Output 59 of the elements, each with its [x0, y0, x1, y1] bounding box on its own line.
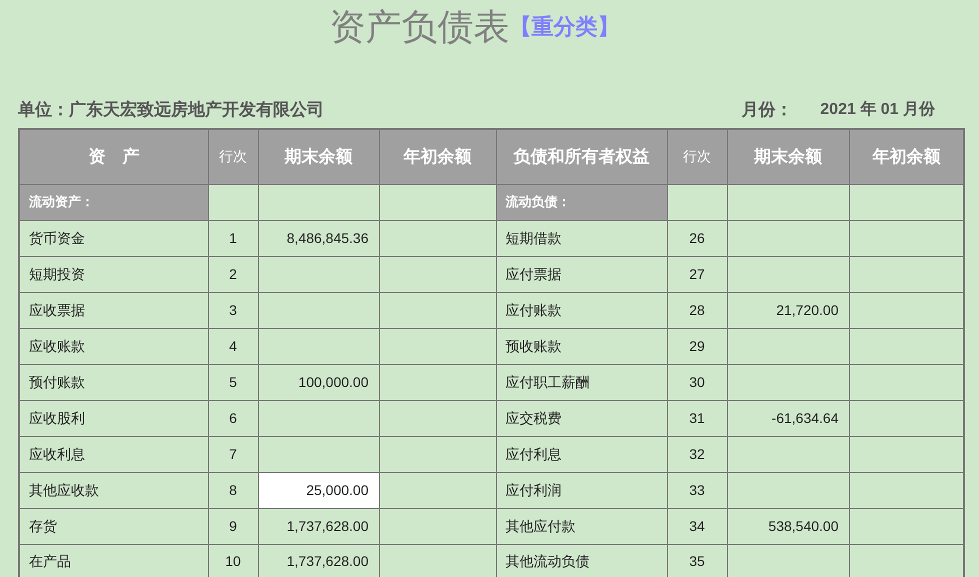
- column-header: 资 产: [19, 129, 208, 184]
- table-cell: 应收股利: [19, 400, 208, 436]
- table-cell: 538,540.00: [727, 508, 849, 544]
- table-cell: 5: [208, 364, 258, 400]
- column-header: 行次: [208, 129, 258, 184]
- report-subtitle: 【重分类】: [510, 13, 620, 41]
- table-cell: 9: [208, 508, 258, 544]
- period-value: 2021 年 01 月份: [820, 100, 935, 120]
- table-cell: 预收账款: [496, 328, 667, 364]
- table-cell: 应收利息: [19, 436, 208, 472]
- table-cell[interactable]: 100,000.00: [258, 364, 379, 400]
- column-header: 期末余额: [727, 129, 849, 184]
- table-cell: 34: [667, 508, 727, 544]
- table-cell: 33: [667, 472, 727, 508]
- table-cell: 其他应付款: [496, 508, 667, 544]
- table-cell: 短期投资: [19, 256, 208, 292]
- table-cell: 应付账款: [496, 292, 667, 328]
- selected-cell[interactable]: 25,000.00: [258, 472, 379, 508]
- table-cell[interactable]: 1,737,628.00: [258, 508, 379, 544]
- table-cell: 应付利息: [496, 436, 667, 472]
- column-header: 年初余额: [379, 129, 496, 184]
- table-cell: 货币资金: [19, 220, 208, 256]
- table-cell: 2: [208, 256, 258, 292]
- table-cell: 其他应收款: [19, 472, 208, 508]
- table-cell: 4: [208, 328, 258, 364]
- table-cell: 应收账款: [19, 328, 208, 364]
- column-header: 负债和所有者权益: [496, 129, 667, 184]
- section-header: 流动负债：: [496, 184, 667, 220]
- table-cell: 应收票据: [19, 292, 208, 328]
- table-cell: 27: [667, 256, 727, 292]
- table-cell: 6: [208, 400, 258, 436]
- table-cell: 26: [667, 220, 727, 256]
- company-name: 广东天宏致远房地产开发有限公司: [69, 99, 324, 122]
- column-header: 期末余额: [258, 129, 379, 184]
- column-header: 行次: [667, 129, 727, 184]
- table-cell: 7: [208, 436, 258, 472]
- table-cell: 31: [667, 400, 727, 436]
- report-title: 资产负债表: [330, 6, 510, 48]
- table-cell: 存货: [19, 508, 208, 544]
- table-cell: 28: [667, 292, 727, 328]
- table-cell: 1: [208, 220, 258, 256]
- table-cell: 应付利润: [496, 472, 667, 508]
- table-cell[interactable]: 8,486,845.36: [258, 220, 379, 256]
- table-cell: 21,720.00: [727, 292, 849, 328]
- table-cell: 短期借款: [496, 220, 667, 256]
- table-cell: 8: [208, 472, 258, 508]
- table-cell: 应交税费: [496, 400, 667, 436]
- table-cell: 应付票据: [496, 256, 667, 292]
- table-cell: -61,634.64: [727, 400, 849, 436]
- period-label: 月份：: [741, 99, 792, 122]
- unit-label: 单位：: [18, 99, 69, 122]
- table-cell: 预付账款: [19, 364, 208, 400]
- table-cell: 29: [667, 328, 727, 364]
- section-header: 流动资产：: [19, 184, 208, 220]
- column-header: 年初余额: [849, 129, 964, 184]
- table-cell: 应付职工薪酬: [496, 364, 667, 400]
- table-cell: 3: [208, 292, 258, 328]
- table-cell: 32: [667, 436, 727, 472]
- table-cell: 30: [667, 364, 727, 400]
